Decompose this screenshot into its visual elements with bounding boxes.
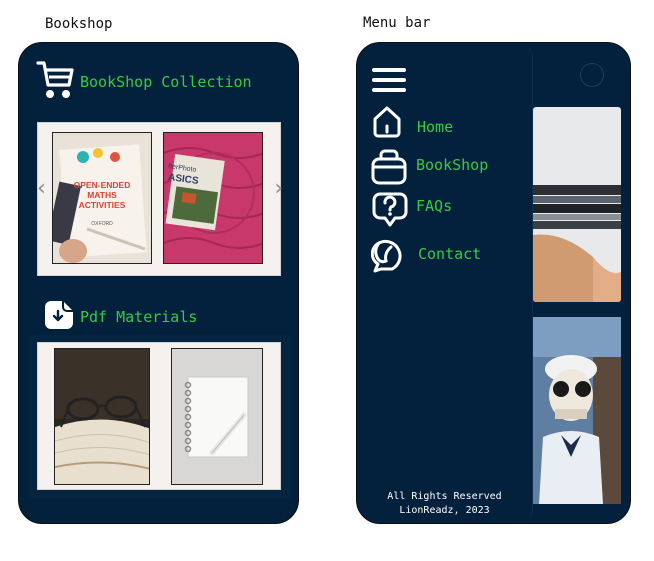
menu-phone: Home BookShop FAQs Contact All Rights Re… xyxy=(356,42,631,524)
bookshop-phone: BookShop Collection OPEN-ENDED MATHS ACT… xyxy=(18,42,299,524)
hamburger-icon[interactable] xyxy=(371,67,407,93)
footer-brand: LionReadz, 2023 xyxy=(399,505,490,516)
side-menu: Home BookShop FAQs Contact All Rights Re… xyxy=(357,43,533,523)
bg-books-photo xyxy=(533,107,621,302)
book-publisher: OXFORD xyxy=(91,221,113,227)
question-bubble-icon xyxy=(371,191,409,233)
menu-item-faqs[interactable]: FAQs xyxy=(369,189,529,229)
pdf-slider[interactable] xyxy=(37,342,281,490)
cart-icon[interactable] xyxy=(35,59,75,101)
collection-title: BookShop Collection xyxy=(80,73,252,91)
notebook-photo xyxy=(171,348,263,485)
pdf-download-icon[interactable] xyxy=(43,299,75,331)
contact-icon xyxy=(370,233,409,277)
menu-item-home-label: Home xyxy=(417,118,454,136)
pdf-title: Pdf Materials xyxy=(80,308,198,326)
bag-icon xyxy=(370,147,408,189)
menu-item-contact-label: Contact xyxy=(418,245,482,263)
slider-prev-arrow[interactable]: ‹ xyxy=(35,176,48,201)
menu-item-bookshop-label: BookShop xyxy=(416,156,489,174)
menu-item-bookshop[interactable]: BookShop xyxy=(369,145,529,185)
photo-book-photo: fterPhoto ASICS xyxy=(163,132,263,264)
book-title-line-2: MATHS xyxy=(87,190,117,200)
footer-rights: All Rights Reserved xyxy=(387,491,502,502)
glasses-book-photo xyxy=(54,348,150,485)
slider-next-arrow[interactable]: › xyxy=(272,176,285,201)
bg-header-ring xyxy=(580,63,604,87)
menu-item-home[interactable]: Home xyxy=(369,103,529,141)
menu-bar-caption: Menu bar xyxy=(363,15,431,31)
bookshop-caption: Bookshop xyxy=(45,16,113,32)
menu-item-faqs-label: FAQs xyxy=(416,197,453,215)
home-icon xyxy=(372,105,402,143)
book-slider[interactable]: OPEN-ENDED MATHS ACTIVITIES OXFORD fterP… xyxy=(37,122,281,276)
maths-book-photo: OPEN-ENDED MATHS ACTIVITIES OXFORD xyxy=(52,132,152,264)
book-title-line-3: ACTIVITIES xyxy=(78,200,126,210)
book-title-line-1: OPEN-ENDED xyxy=(73,180,131,190)
bg-skeleton-photo xyxy=(533,317,621,504)
menu-item-contact[interactable]: Contact xyxy=(369,233,529,275)
